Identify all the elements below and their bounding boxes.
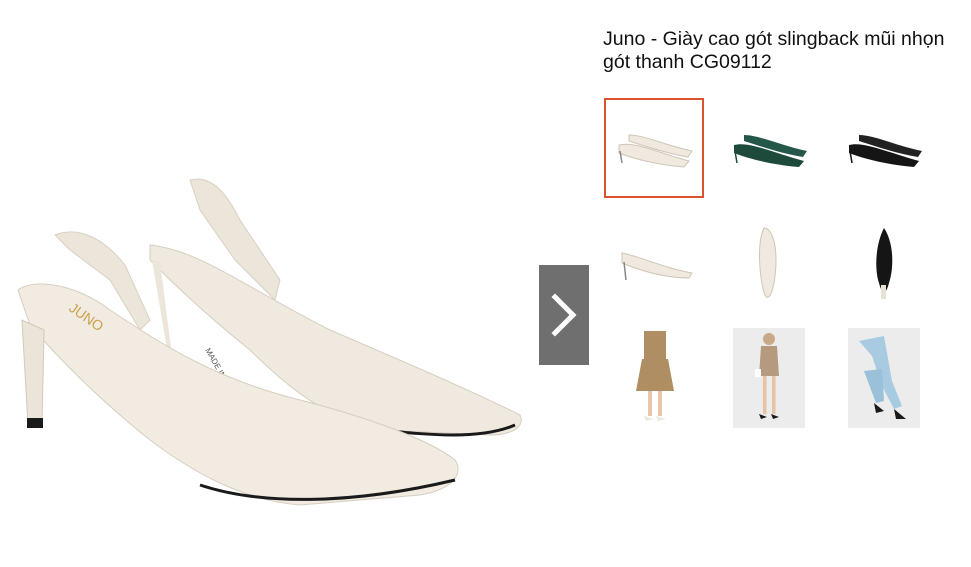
- shoe-sole-thumbnail: [876, 228, 893, 299]
- main-product-image: MADE IN VIETNAM JUNO: [0, 150, 540, 530]
- thumbnail-black-pair[interactable]: [834, 98, 934, 198]
- model-photo-thumbnail: [636, 330, 674, 421]
- thumbnail-top-view[interactable]: [719, 213, 819, 313]
- thumbnail-model-dress[interactable]: [733, 328, 805, 428]
- model-photo-thumbnail: [859, 335, 906, 419]
- shoe-pair-thumbnail: [734, 135, 807, 167]
- product-title: Juno - Giày cao gót slingback mũi nhọn g…: [603, 28, 945, 73]
- thumbnail-model-jeans[interactable]: [848, 328, 920, 428]
- shoe-side-thumbnail: [621, 252, 693, 281]
- thumbnail-sole-view[interactable]: [834, 213, 934, 313]
- thumbnail-model-skirt[interactable]: [619, 328, 689, 428]
- model-photo-thumbnail: [755, 332, 779, 419]
- shoe-pair-thumbnail: [618, 134, 693, 168]
- thumbnail-side-view[interactable]: [604, 213, 704, 313]
- shoe-pair-thumbnail: [849, 135, 922, 167]
- next-image-button[interactable]: [539, 265, 589, 365]
- chevron-right-icon: [551, 293, 577, 337]
- thumbnail-green-pair[interactable]: [719, 98, 819, 198]
- thumbnail-cream-pair[interactable]: [604, 98, 704, 198]
- shoe-top-thumbnail: [758, 227, 777, 298]
